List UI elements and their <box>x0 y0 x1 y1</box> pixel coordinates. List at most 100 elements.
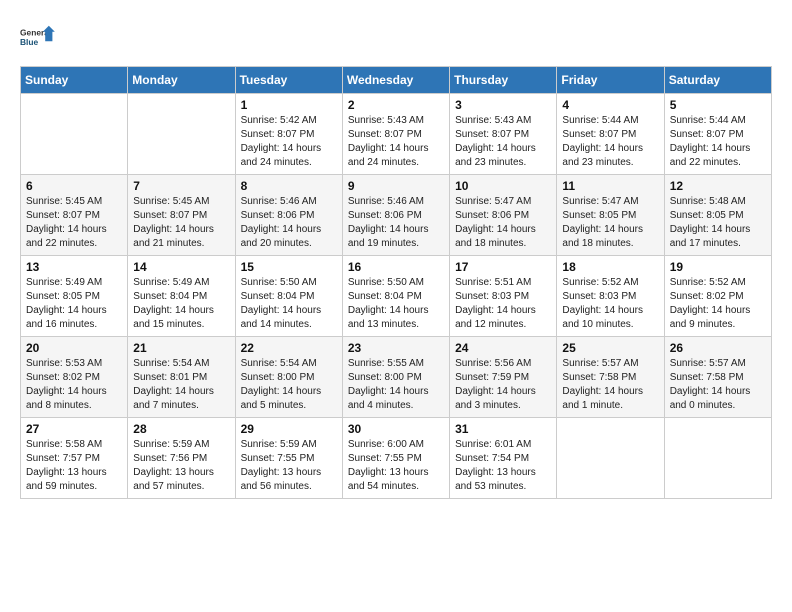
day-number: 17 <box>455 260 551 274</box>
calendar-cell: 25 Sunrise: 5:57 AM Sunset: 7:58 PM Dayli… <box>557 337 664 418</box>
day-info: Sunrise: 5:53 AM Sunset: 8:02 PM Dayligh… <box>26 357 122 413</box>
day-number: 7 <box>133 179 229 193</box>
day-info: Sunrise: 5:57 AM Sunset: 7:58 PM Dayligh… <box>562 357 658 413</box>
calendar-cell: 2 Sunrise: 5:43 AM Sunset: 8:07 PM Daylig… <box>342 94 449 175</box>
day-info: Sunrise: 5:59 AM Sunset: 7:55 PM Dayligh… <box>241 438 337 494</box>
logo-icon: GeneralBlue <box>20 20 56 56</box>
calendar-cell: 30 Sunrise: 6:00 AM Sunset: 7:55 PM Dayli… <box>342 418 449 499</box>
day-info: Sunrise: 5:43 AM Sunset: 8:07 PM Dayligh… <box>455 114 551 170</box>
day-number: 29 <box>241 422 337 436</box>
svg-text:Blue: Blue <box>20 37 39 47</box>
day-number: 11 <box>562 179 658 193</box>
day-info: Sunrise: 6:01 AM Sunset: 7:54 PM Dayligh… <box>455 438 551 494</box>
day-info: Sunrise: 5:48 AM Sunset: 8:05 PM Dayligh… <box>670 195 766 251</box>
calendar-cell: 23 Sunrise: 5:55 AM Sunset: 8:00 PM Dayli… <box>342 337 449 418</box>
calendar-cell: 19Sunrise: 5:52 AM Sunset: 8:02 PM Dayli… <box>664 256 771 337</box>
day-info: Sunrise: 5:55 AM Sunset: 8:00 PM Dayligh… <box>348 357 444 413</box>
calendar-cell: 4Sunrise: 5:44 AM Sunset: 8:07 PM Daylig… <box>557 94 664 175</box>
calendar-week-row: 20 Sunrise: 5:53 AM Sunset: 8:02 PM Dayli… <box>21 337 772 418</box>
day-info: Sunrise: 5:50 AM Sunset: 8:04 PM Dayligh… <box>241 276 337 332</box>
calendar-cell: 20 Sunrise: 5:53 AM Sunset: 8:02 PM Dayli… <box>21 337 128 418</box>
calendar-cell: 12 Sunrise: 5:48 AM Sunset: 8:05 PM Dayli… <box>664 175 771 256</box>
day-number: 8 <box>241 179 337 193</box>
day-info: Sunrise: 5:49 AM Sunset: 8:05 PM Dayligh… <box>26 276 122 332</box>
day-number: 23 <box>348 341 444 355</box>
day-info: Sunrise: 5:51 AM Sunset: 8:03 PM Dayligh… <box>455 276 551 332</box>
calendar-cell: 1Sunrise: 5:42 AM Sunset: 8:07 PM Daylig… <box>235 94 342 175</box>
day-info: Sunrise: 5:47 AM Sunset: 8:05 PM Dayligh… <box>562 195 658 251</box>
day-info: Sunrise: 5:49 AM Sunset: 8:04 PM Dayligh… <box>133 276 229 332</box>
calendar-cell: 14Sunrise: 5:49 AM Sunset: 8:04 PM Dayli… <box>128 256 235 337</box>
calendar-cell: 18 Sunrise: 5:52 AM Sunset: 8:03 PM Dayli… <box>557 256 664 337</box>
calendar-cell <box>128 94 235 175</box>
calendar-table: SundayMondayTuesdayWednesdayThursdayFrid… <box>20 66 772 499</box>
day-number: 16 <box>348 260 444 274</box>
calendar-cell <box>664 418 771 499</box>
calendar-header-row: SundayMondayTuesdayWednesdayThursdayFrid… <box>21 67 772 94</box>
column-header-wednesday: Wednesday <box>342 67 449 94</box>
day-number: 6 <box>26 179 122 193</box>
day-number: 31 <box>455 422 551 436</box>
calendar-week-row: 27 Sunrise: 5:58 AM Sunset: 7:57 PM Dayli… <box>21 418 772 499</box>
calendar-cell: 13 Sunrise: 5:49 AM Sunset: 8:05 PM Dayli… <box>21 256 128 337</box>
day-number: 30 <box>348 422 444 436</box>
day-number: 5 <box>670 98 766 112</box>
day-number: 15 <box>241 260 337 274</box>
calendar-cell: 3 Sunrise: 5:43 AM Sunset: 8:07 PM Daylig… <box>450 94 557 175</box>
day-number: 9 <box>348 179 444 193</box>
calendar-cell: 21 Sunrise: 5:54 AM Sunset: 8:01 PM Dayli… <box>128 337 235 418</box>
day-number: 20 <box>26 341 122 355</box>
calendar-cell: 22 Sunrise: 5:54 AM Sunset: 8:00 PM Dayli… <box>235 337 342 418</box>
day-number: 18 <box>562 260 658 274</box>
calendar-cell: 11 Sunrise: 5:47 AM Sunset: 8:05 PM Dayli… <box>557 175 664 256</box>
calendar-cell: 15 Sunrise: 5:50 AM Sunset: 8:04 PM Dayli… <box>235 256 342 337</box>
column-header-friday: Friday <box>557 67 664 94</box>
page-header: GeneralBlue <box>20 20 772 56</box>
day-info: Sunrise: 5:44 AM Sunset: 8:07 PM Dayligh… <box>670 114 766 170</box>
calendar-cell <box>21 94 128 175</box>
logo: GeneralBlue <box>20 20 56 56</box>
column-header-saturday: Saturday <box>664 67 771 94</box>
calendar-cell: 26Sunrise: 5:57 AM Sunset: 7:58 PM Dayli… <box>664 337 771 418</box>
calendar-cell: 29 Sunrise: 5:59 AM Sunset: 7:55 PM Dayli… <box>235 418 342 499</box>
calendar-cell: 31 Sunrise: 6:01 AM Sunset: 7:54 PM Dayli… <box>450 418 557 499</box>
calendar-cell: 6 Sunrise: 5:45 AM Sunset: 8:07 PM Daylig… <box>21 175 128 256</box>
column-header-tuesday: Tuesday <box>235 67 342 94</box>
calendar-cell: 17 Sunrise: 5:51 AM Sunset: 8:03 PM Dayli… <box>450 256 557 337</box>
day-number: 2 <box>348 98 444 112</box>
day-number: 12 <box>670 179 766 193</box>
day-info: Sunrise: 5:43 AM Sunset: 8:07 PM Dayligh… <box>348 114 444 170</box>
day-info: Sunrise: 5:52 AM Sunset: 8:03 PM Dayligh… <box>562 276 658 332</box>
day-info: Sunrise: 5:56 AM Sunset: 7:59 PM Dayligh… <box>455 357 551 413</box>
day-info: Sunrise: 5:54 AM Sunset: 8:00 PM Dayligh… <box>241 357 337 413</box>
column-header-monday: Monday <box>128 67 235 94</box>
calendar-week-row: 13 Sunrise: 5:49 AM Sunset: 8:05 PM Dayli… <box>21 256 772 337</box>
day-number: 13 <box>26 260 122 274</box>
day-info: Sunrise: 5:42 AM Sunset: 8:07 PM Dayligh… <box>241 114 337 170</box>
day-number: 25 <box>562 341 658 355</box>
calendar-cell: 5 Sunrise: 5:44 AM Sunset: 8:07 PM Daylig… <box>664 94 771 175</box>
calendar-cell: 7 Sunrise: 5:45 AM Sunset: 8:07 PM Daylig… <box>128 175 235 256</box>
day-number: 10 <box>455 179 551 193</box>
day-number: 26 <box>670 341 766 355</box>
day-number: 21 <box>133 341 229 355</box>
calendar-cell: 28Sunrise: 5:59 AM Sunset: 7:56 PM Dayli… <box>128 418 235 499</box>
column-header-sunday: Sunday <box>21 67 128 94</box>
calendar-cell <box>557 418 664 499</box>
day-info: Sunrise: 5:58 AM Sunset: 7:57 PM Dayligh… <box>26 438 122 494</box>
calendar-cell: 16Sunrise: 5:50 AM Sunset: 8:04 PM Dayli… <box>342 256 449 337</box>
day-number: 3 <box>455 98 551 112</box>
day-info: Sunrise: 6:00 AM Sunset: 7:55 PM Dayligh… <box>348 438 444 494</box>
calendar-cell: 10 Sunrise: 5:47 AM Sunset: 8:06 PM Dayli… <box>450 175 557 256</box>
day-info: Sunrise: 5:59 AM Sunset: 7:56 PM Dayligh… <box>133 438 229 494</box>
day-number: 19 <box>670 260 766 274</box>
day-info: Sunrise: 5:45 AM Sunset: 8:07 PM Dayligh… <box>133 195 229 251</box>
calendar-week-row: 6 Sunrise: 5:45 AM Sunset: 8:07 PM Daylig… <box>21 175 772 256</box>
day-info: Sunrise: 5:45 AM Sunset: 8:07 PM Dayligh… <box>26 195 122 251</box>
day-number: 27 <box>26 422 122 436</box>
day-info: Sunrise: 5:46 AM Sunset: 8:06 PM Dayligh… <box>348 195 444 251</box>
day-number: 22 <box>241 341 337 355</box>
calendar-cell: 24Sunrise: 5:56 AM Sunset: 7:59 PM Dayli… <box>450 337 557 418</box>
day-info: Sunrise: 5:54 AM Sunset: 8:01 PM Dayligh… <box>133 357 229 413</box>
day-info: Sunrise: 5:47 AM Sunset: 8:06 PM Dayligh… <box>455 195 551 251</box>
